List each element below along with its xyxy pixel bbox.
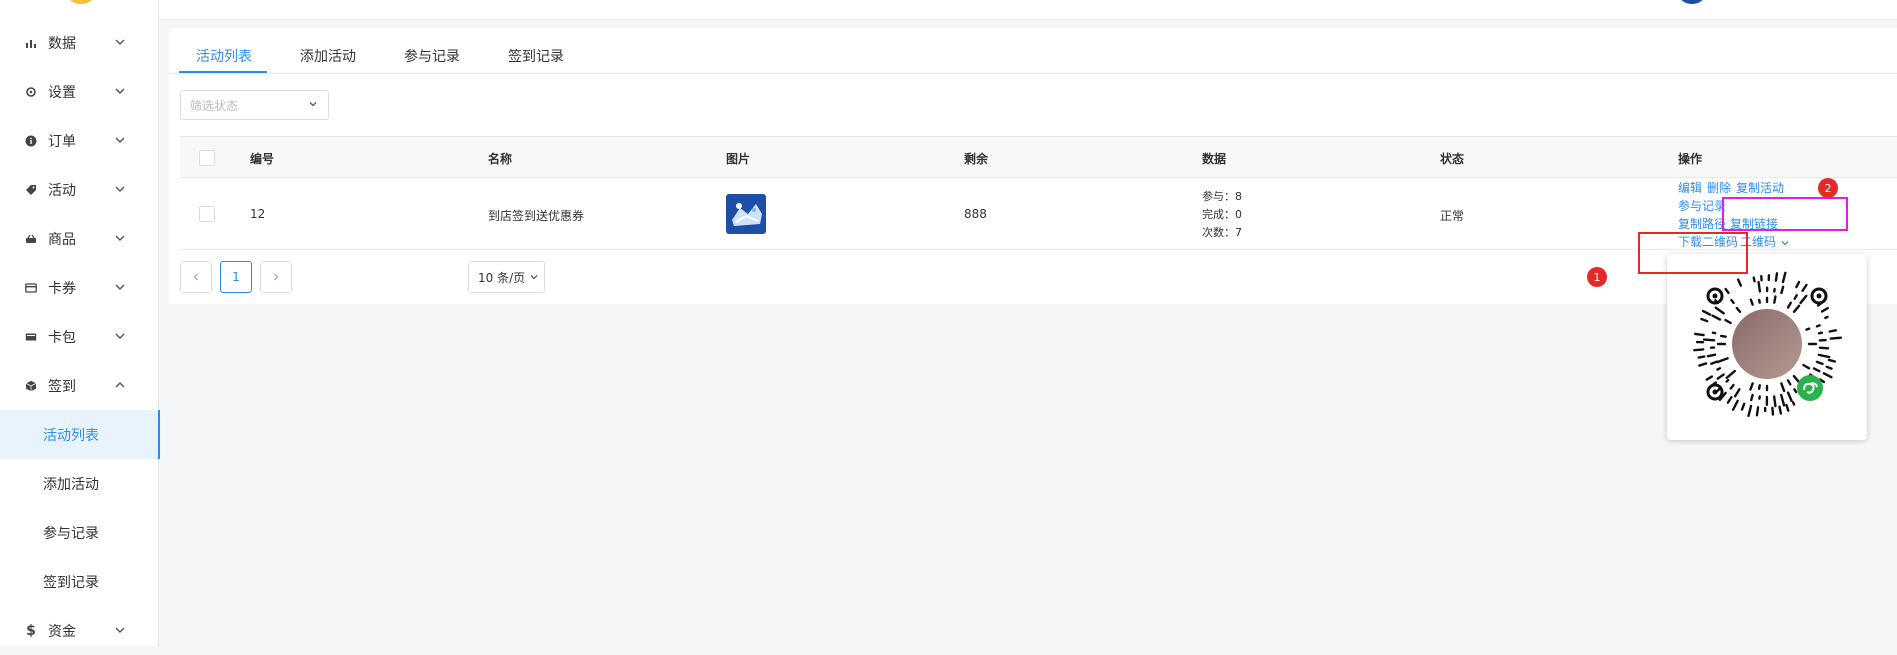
edit-link[interactable]: 编辑 [1678, 179, 1702, 196]
chevron-down-icon [113, 231, 127, 245]
cell-id: 12 [250, 207, 265, 221]
delete-link[interactable]: 删除 [1707, 179, 1731, 196]
info-icon [24, 134, 38, 148]
menu-item-data[interactable]: 数据 [0, 18, 158, 67]
activity-thumbnail [726, 194, 766, 234]
sidebar: 数据 设置 订单 活动 商品 卡券 [0, 0, 159, 646]
menu-item-wallet[interactable]: 卡包 [0, 312, 158, 361]
column-header: 状态 [1440, 150, 1464, 167]
menu-label: 卡券 [48, 278, 103, 298]
chevron-down-icon [1780, 238, 1790, 248]
next-page-button[interactable] [260, 261, 292, 293]
chevron-down-icon [529, 272, 539, 282]
menu-label: 资金 [48, 621, 103, 641]
cell-name: 到店签到送优惠券 [488, 207, 584, 224]
stat-participants: 参与：8 [1202, 188, 1242, 204]
stat-completed: 完成：0 [1202, 206, 1242, 222]
tab-add-activity[interactable]: 添加活动 [300, 46, 356, 66]
column-header: 数据 [1202, 150, 1226, 167]
chevron-down-icon [113, 329, 127, 343]
menu-item-funds[interactable]: $ 资金 [0, 606, 158, 655]
tab-bar: 活动列表 添加活动 参与记录 签到记录 [169, 28, 1897, 74]
qr-code-popover [1667, 254, 1867, 440]
stat-count: 次数：7 [1202, 224, 1242, 240]
chevron-down-icon [113, 35, 127, 49]
status-filter-select[interactable]: 筛选状态 [180, 90, 329, 120]
annotation-box-1 [1638, 232, 1748, 274]
gear-icon [24, 85, 38, 99]
chevron-down-icon [113, 623, 127, 637]
menu-label: 数据 [48, 33, 103, 53]
row-checkbox[interactable] [199, 206, 215, 222]
table-header: 编号 名称 图片 剩余 数据 状态 操作 [180, 137, 1897, 178]
chevron-down-icon [307, 98, 319, 110]
menu-item-checkin[interactable]: 签到 [0, 361, 158, 410]
basket-icon [24, 232, 38, 246]
menu-label: 设置 [48, 82, 103, 102]
menu-item-products[interactable]: 商品 [0, 214, 158, 263]
annotation-box-2 [1722, 197, 1848, 231]
mini-program-qr-image [1667, 254, 1867, 440]
wallet-icon [24, 330, 38, 344]
submenu-label: 签到记录 [43, 572, 99, 592]
submenu-label: 参与记录 [43, 523, 99, 543]
menu-item-settings[interactable]: 设置 [0, 67, 158, 116]
tab-checkin-records[interactable]: 签到记录 [508, 46, 564, 66]
dollar-icon: $ [24, 624, 38, 638]
menu-label: 卡包 [48, 327, 103, 347]
menu-label: 订单 [48, 131, 103, 151]
page-button[interactable]: 1 [220, 261, 252, 293]
column-header: 编号 [250, 150, 274, 167]
submenu-item-activity-list[interactable]: 活动列表 [0, 410, 160, 459]
select-all-checkbox[interactable] [199, 150, 215, 166]
tab-activity-list[interactable]: 活动列表 [196, 46, 252, 66]
column-header: 剩余 [964, 150, 988, 167]
column-header: 图片 [726, 150, 750, 167]
prev-page-button[interactable] [180, 261, 212, 293]
card-icon [24, 281, 38, 295]
logo [68, 0, 94, 4]
submenu-item-checkin-records[interactable]: 签到记录 [0, 557, 158, 606]
menu-label: 商品 [48, 229, 103, 249]
cell-status: 正常 [1440, 207, 1464, 224]
cube-icon [24, 379, 38, 393]
chevron-right-icon [271, 272, 281, 282]
submenu-item-participation-records[interactable]: 参与记录 [0, 508, 158, 557]
submenu-label: 添加活动 [43, 474, 99, 494]
tag-icon [24, 183, 38, 197]
filter-placeholder: 筛选状态 [190, 97, 238, 114]
chevron-down-icon [113, 280, 127, 294]
column-header: 名称 [488, 150, 512, 167]
menu-item-coupons[interactable]: 卡券 [0, 263, 158, 312]
page-size-label: 10 条/页 [478, 269, 525, 286]
chevron-left-icon [191, 272, 201, 282]
page-size-select[interactable]: 10 条/页 [468, 261, 545, 293]
chevron-down-icon [113, 133, 127, 147]
chevron-up-icon [113, 378, 127, 392]
annotation-badge-1: 1 [1587, 267, 1607, 287]
column-header: 操作 [1678, 150, 1702, 167]
chevron-down-icon [113, 182, 127, 196]
participation-records-link[interactable]: 参与记录 [1678, 197, 1726, 214]
cell-remaining: 888 [964, 207, 987, 221]
tab-participation-records[interactable]: 参与记录 [404, 46, 460, 66]
annotation-badge-2: 2 [1818, 178, 1838, 198]
top-bar [159, 0, 1897, 20]
submenu-item-add-activity[interactable]: 添加活动 [0, 459, 158, 508]
submenu-label: 活动列表 [43, 425, 99, 445]
avatar[interactable] [1680, 0, 1704, 4]
bar-chart-icon [24, 36, 38, 50]
copy-path-link[interactable]: 复制路径 [1678, 215, 1726, 232]
menu-label: 活动 [48, 180, 103, 200]
menu-item-orders[interactable]: 订单 [0, 116, 158, 165]
tab-active-indicator [179, 71, 267, 73]
menu-label: 签到 [48, 376, 103, 396]
menu-item-activities[interactable]: 活动 [0, 165, 158, 214]
copy-activity-link[interactable]: 复制活动 [1736, 179, 1784, 196]
chevron-down-icon [113, 84, 127, 98]
